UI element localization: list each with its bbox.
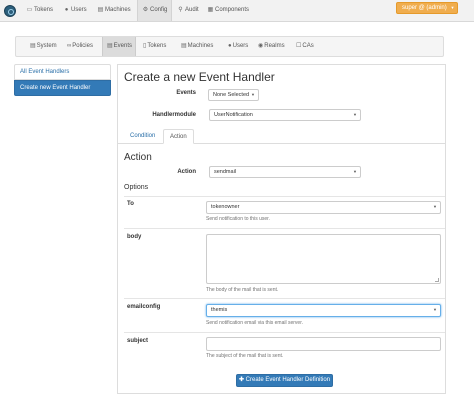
resize-handle-icon[interactable] — [435, 278, 439, 282]
option-emailconfig-select[interactable]: themis ▼ — [206, 304, 441, 317]
flash-icon: ▤ — [107, 43, 113, 49]
app-logo[interactable] — [4, 5, 16, 17]
option-to-select[interactable]: tokenowner ▼ — [206, 201, 441, 214]
user-icon: ● — [228, 43, 232, 49]
gear-icon: ⚙ — [142, 7, 149, 13]
sidebar-all-event-handlers[interactable]: All Event Handlers — [14, 64, 111, 80]
phone-icon: ▯ — [143, 43, 147, 49]
nav-tokens[interactable]: ▭ Tokens — [26, 0, 53, 21]
option-to-help: Send notification to this user. — [206, 216, 270, 222]
option-subject-input[interactable] — [206, 337, 441, 351]
option-row-to — [124, 196, 445, 197]
server-icon: ▤ — [181, 43, 187, 49]
events-label: Events — [176, 90, 196, 96]
option-body-label: body — [127, 234, 142, 240]
subtab-realms[interactable]: ◉Realms — [258, 37, 285, 56]
globe-icon: ◉ — [258, 43, 264, 49]
user-icon: ● — [64, 7, 69, 13]
option-emailconfig-help: Send notification email via this email s… — [206, 320, 303, 326]
option-row-subject — [124, 332, 445, 333]
action-section-title: Action — [124, 152, 152, 163]
subtab-system[interactable]: ▤System — [30, 37, 57, 56]
tag-icon: ▭ — [26, 7, 33, 13]
subtab-events[interactable]: ▤Events — [102, 37, 136, 56]
caret-down-icon: ▼ — [433, 204, 437, 209]
tab-action[interactable]: Action — [163, 129, 194, 144]
subtab-users[interactable]: ●Users — [228, 37, 248, 56]
certificate-icon: ☐ — [296, 43, 302, 49]
page-title: Create a new Event Handler — [124, 70, 275, 84]
option-row-emailconfig — [124, 298, 445, 299]
nav-audit[interactable]: ⚲ Audit — [177, 0, 198, 21]
chevron-down-icon: ▼ — [450, 5, 455, 10]
plus-icon: ✚ — [238, 377, 244, 383]
options-title: Options — [124, 184, 149, 191]
user-menu-button[interactable]: super @ (admin) ▼ — [396, 2, 458, 14]
nav-components[interactable]: ▦ Components — [207, 0, 249, 21]
option-subject-label: subject — [127, 338, 149, 344]
option-to-label: To — [127, 201, 134, 207]
config-subtabs: ▤System ∞Policies ▤Events ▯Tokens ▤Machi… — [15, 36, 444, 57]
option-body-textarea[interactable] — [206, 234, 441, 284]
subtab-policies[interactable]: ∞Policies — [67, 37, 93, 56]
handlermodule-select[interactable]: UserNotification ▼ — [209, 109, 361, 121]
option-subject-help: The subject of the mail that is sent. — [206, 353, 284, 359]
nav-users[interactable]: ● Users — [63, 0, 87, 21]
cubes-icon: ▦ — [207, 7, 214, 13]
create-event-handler-button[interactable]: ✚ Create Event Handler Definition — [236, 374, 333, 387]
top-navbar: ▭ Tokens ● Users ▤ Machines ⚙ Config ⚲ Audit … — [0, 0, 474, 22]
handlermodule-label: Handlermodule — [152, 112, 196, 118]
option-body-help: The body of the mail that is sent. — [206, 287, 279, 293]
option-row-body — [124, 228, 445, 229]
caret-down-icon: ▼ — [353, 112, 357, 117]
subtab-cas[interactable]: ☐CAs — [296, 37, 314, 56]
action-select[interactable]: sendmail ▼ — [209, 166, 361, 178]
server-icon: ▤ — [30, 43, 36, 49]
action-label: Action — [177, 169, 196, 175]
caret-down-icon: ▼ — [251, 92, 255, 97]
option-emailconfig-label: emailconfig — [127, 304, 161, 310]
nav-config[interactable]: ⚙ Config — [137, 0, 172, 21]
server-icon: ▤ — [97, 7, 104, 13]
subtab-tokens[interactable]: ▯Tokens — [143, 37, 166, 56]
search-icon: ⚲ — [178, 7, 183, 13]
caret-down-icon: ▼ — [353, 169, 357, 174]
subtab-machines[interactable]: ▤Machines — [181, 37, 213, 56]
nav-machines[interactable]: ▤ Machines — [97, 0, 131, 21]
sidebar-create-event-handler[interactable]: Create new Event Handler — [14, 80, 111, 96]
events-select[interactable]: None Selected ▼ — [208, 89, 259, 101]
caret-down-icon: ▼ — [433, 307, 437, 312]
link-icon: ∞ — [67, 43, 72, 49]
tab-condition[interactable]: Condition — [124, 129, 161, 144]
